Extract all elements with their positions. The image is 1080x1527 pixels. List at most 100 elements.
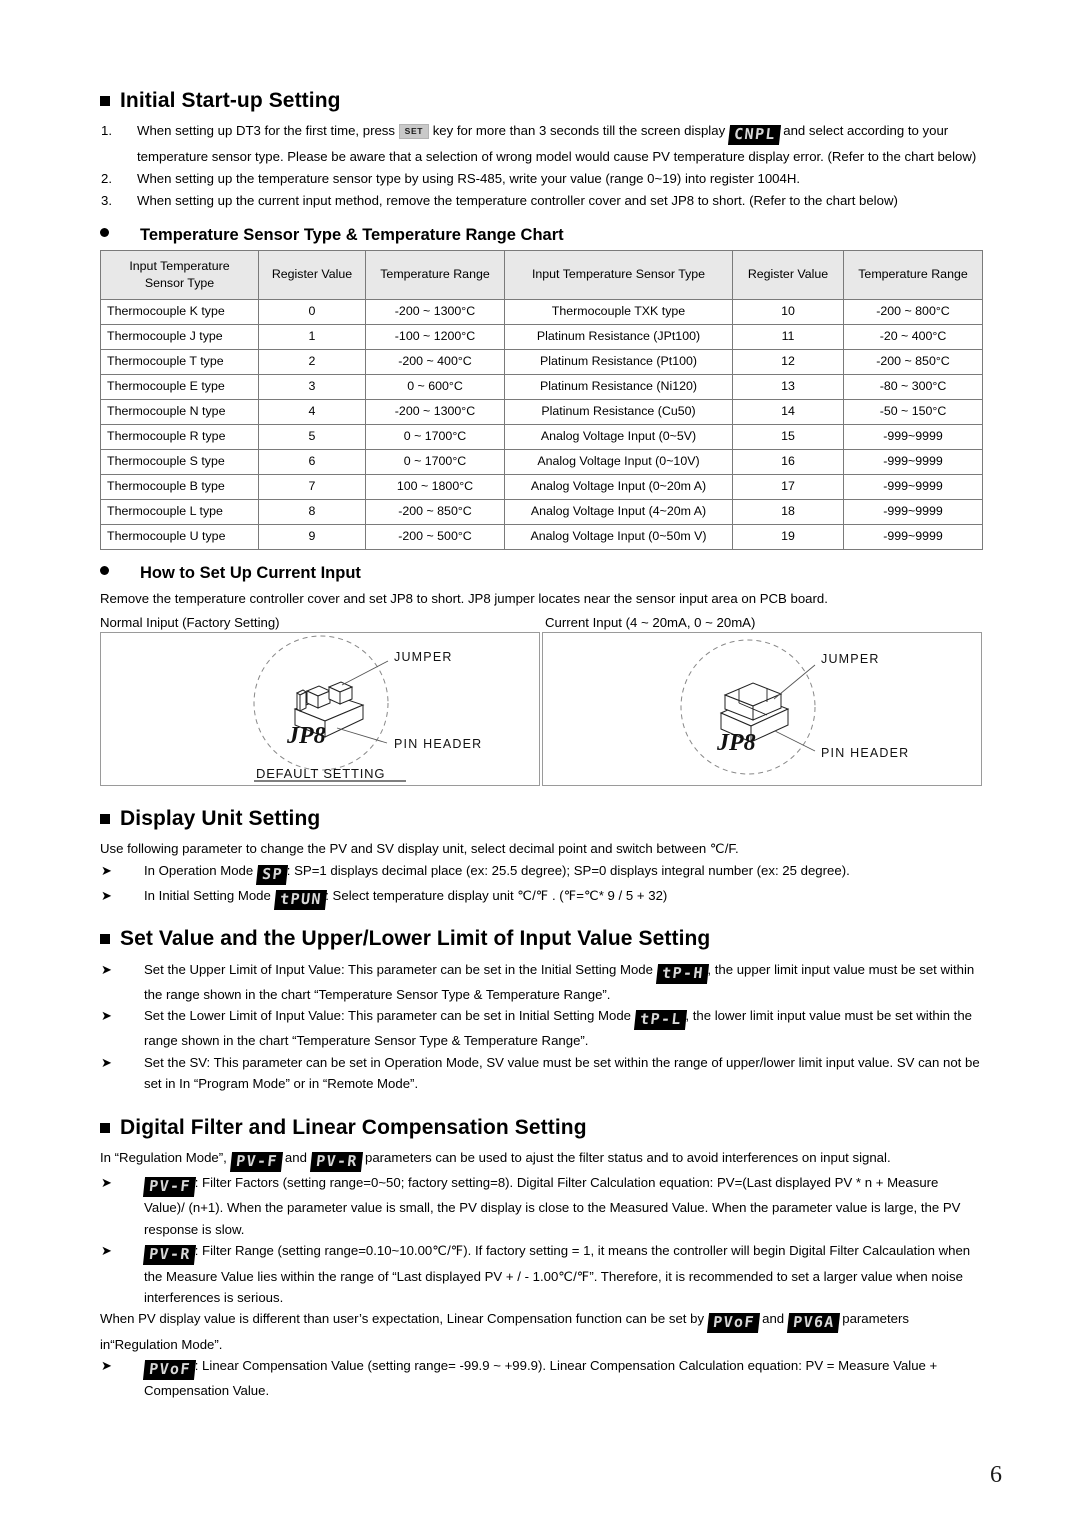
square-bullet-icon bbox=[100, 96, 110, 107]
lcd-display-tpun-icon: tPUN bbox=[273, 889, 327, 911]
cell-sensor-type-1: Thermocouple K type bbox=[100, 298, 259, 325]
lcd-display-tp-h-icon: tP-H bbox=[655, 963, 709, 984]
list-text: : Filter Range (setting range=0.10~10.00… bbox=[144, 1243, 971, 1305]
cell-sensor-type-2: Thermocouple TXK type bbox=[504, 298, 733, 325]
intro-and: and bbox=[284, 1149, 307, 1165]
square-bullet-icon bbox=[100, 1122, 110, 1133]
square-bullet-icon bbox=[100, 934, 110, 945]
sensor-range-table: Input Temperature Sensor Type Register V… bbox=[100, 249, 983, 550]
arrow-bullet-icon: ➤ bbox=[101, 1008, 112, 1024]
display-unit-list: ➤ In Operation Mode SP: SP=1 displays de… bbox=[100, 860, 982, 911]
cell-register-1: 3 bbox=[258, 373, 366, 400]
arrow-bullet-icon: ➤ bbox=[101, 1357, 112, 1373]
cell-sensor-type-2: Analog Voltage Input (0~10V) bbox=[504, 448, 733, 475]
cell-sensor-type-1: Thermocouple B type bbox=[100, 473, 259, 500]
cell-sensor-type-1: Thermocouple U type bbox=[100, 523, 259, 550]
cell-sensor-type-2: Platinum Resistance (Cu50) bbox=[504, 398, 733, 425]
cell-range-2: -80 ~ 300°C bbox=[843, 373, 983, 400]
cell-range-2: -50 ~ 150°C bbox=[843, 398, 983, 425]
cell-sensor-type-1: Thermocouple T type bbox=[100, 348, 259, 375]
cell-sensor-type-1: Thermocouple E type bbox=[100, 373, 259, 400]
heading-set-value-label: Set Value and the Upper/Lower Limit of I… bbox=[120, 927, 711, 951]
list-item: ➤ PV-R: Filter Range (setting range=0.10… bbox=[100, 1240, 982, 1308]
diagram-caption-left: Normal Iniput (Factory Setting) bbox=[100, 615, 280, 631]
cell-register-1: 4 bbox=[258, 398, 366, 425]
list-item: 2. When setting up the temperature senso… bbox=[100, 168, 982, 189]
cell-sensor-type-2: Platinum Resistance (JPt100) bbox=[504, 323, 733, 350]
jumper-drawing-left-icon: JUMPER PIN HEADER JP8 DEFAULT SETTING bbox=[253, 635, 482, 782]
cell-register-1: 9 bbox=[258, 523, 366, 550]
cell-register-2: 10 bbox=[732, 298, 844, 325]
cell-register-2: 13 bbox=[732, 373, 844, 400]
diagram-captions: Normal Iniput (Factory Setting) Current … bbox=[100, 615, 982, 630]
subheading-current-input: How to Set Up Current Input bbox=[100, 564, 982, 583]
list-text: Set the SV: This parameter can be set in… bbox=[144, 1054, 980, 1092]
heading-digital-filter: Digital Filter and Linear Compensation S… bbox=[100, 1115, 982, 1141]
cell-register-2: 15 bbox=[732, 423, 844, 450]
list-item: ➤ Set the SV: This parameter can be set … bbox=[100, 1052, 982, 1095]
subheading-sensor-chart: Temperature Sensor Type & Temperature Ra… bbox=[100, 226, 982, 245]
lcd-display-pvof-icon: PVoF bbox=[142, 1359, 196, 1381]
lcd-display-sp-icon: SP bbox=[255, 864, 288, 885]
square-bullet-icon bbox=[100, 814, 110, 825]
cell-register-1: 1 bbox=[258, 323, 366, 350]
cell-sensor-type-2: Analog Voltage Input (0~50m V) bbox=[504, 523, 733, 550]
cell-register-1: 2 bbox=[258, 348, 366, 375]
lcd-display-tp-l-icon: tP-L bbox=[633, 1010, 687, 1031]
col-header-input-sensor-type-2: Input Temperature Sensor Type bbox=[504, 249, 733, 300]
intro-part2: parameters can be used to ajust the filt… bbox=[365, 1149, 891, 1165]
jumper-label-right: JUMPER bbox=[821, 652, 880, 666]
cell-sensor-type-2: Analog Voltage Input (0~20m A) bbox=[504, 473, 733, 500]
table-row: Thermocouple L type 8 -200 ~ 850°C Analo… bbox=[100, 498, 983, 525]
linear-part1: When PV display value is different than … bbox=[100, 1311, 705, 1327]
linear-compensation-list: ➤ PVoF: Linear Compensation Value (setti… bbox=[100, 1355, 982, 1402]
table-row: Thermocouple R type 5 0 ~ 1700°C Analog … bbox=[100, 423, 983, 450]
cell-register-2: 18 bbox=[732, 498, 844, 525]
list-text: : Filter Factors (setting range=0~50; fa… bbox=[144, 1175, 961, 1237]
list-item: ➤ PV-F: Filter Factors (setting range=0~… bbox=[100, 1172, 982, 1240]
col-header-register-value-1: Register Value bbox=[258, 249, 366, 300]
cell-sensor-type-2: Analog Voltage Input (4~20m A) bbox=[504, 498, 733, 525]
lcd-display-pv-f-icon: PV-F bbox=[142, 1177, 196, 1198]
pin-header-label-left: PIN HEADER bbox=[394, 737, 482, 751]
heading-set-value: Set Value and the Upper/Lower Limit of I… bbox=[100, 926, 982, 952]
list-item: 3. When setting up the current input met… bbox=[100, 190, 982, 211]
pin-header-label-right: PIN HEADER bbox=[821, 746, 909, 760]
cell-range-2: -999~9999 bbox=[843, 523, 983, 550]
cell-range-2: -20 ~ 400°C bbox=[843, 323, 983, 350]
cell-range-2: -999~9999 bbox=[843, 473, 983, 500]
list-text: : Linear Compensation Value (setting ran… bbox=[144, 1357, 938, 1399]
heading-initial-startup-label: Initial Start-up Setting bbox=[120, 89, 341, 112]
subheading-current-input-label: How to Set Up Current Input bbox=[140, 563, 361, 582]
list-item: ➤ Set the Lower Limit of Input Value: Th… bbox=[100, 1005, 982, 1052]
cell-range-1: -200 ~ 1300°C bbox=[365, 398, 505, 425]
col-header-temperature-range-2: Temperature Range bbox=[843, 249, 983, 300]
cell-register-2: 14 bbox=[732, 398, 844, 425]
cell-range-1: -200 ~ 850°C bbox=[365, 498, 505, 525]
table-header-row: Input Temperature Sensor Type Register V… bbox=[100, 249, 983, 300]
initial-startup-list: 1. When setting up DT3 for the first tim… bbox=[100, 120, 982, 211]
cell-register-1: 5 bbox=[258, 423, 366, 450]
table-row: Thermocouple B type 7 100 ~ 1800°C Analo… bbox=[100, 473, 983, 500]
table-row: Thermocouple S type 6 0 ~ 1700°C Analog … bbox=[100, 448, 983, 475]
jumper-diagram-current-input: JUMPER PIN HEADER JP8 bbox=[542, 632, 982, 787]
display-unit-intro: Use following parameter to change the PV… bbox=[100, 841, 739, 857]
cell-sensor-type-1: Thermocouple J type bbox=[100, 323, 259, 350]
list-number: 2. bbox=[101, 170, 112, 186]
list-text-pre: Set the Upper Limit of Input Value: This… bbox=[144, 961, 653, 977]
cell-range-1: 0 ~ 1700°C bbox=[365, 448, 505, 475]
cell-register-2: 11 bbox=[732, 323, 844, 350]
round-bullet-icon bbox=[100, 227, 109, 237]
cell-sensor-type-1: Thermocouple S type bbox=[100, 448, 259, 475]
cell-sensor-type-1: Thermocouple N type bbox=[100, 398, 259, 425]
list-item: ➤ PVoF: Linear Compensation Value (setti… bbox=[100, 1355, 982, 1402]
cell-register-1: 8 bbox=[258, 498, 366, 525]
subheading-sensor-chart-label: Temperature Sensor Type & Temperature Ra… bbox=[140, 225, 564, 244]
list-text-pre: In Initial Setting Mode bbox=[144, 887, 271, 903]
arrow-bullet-icon: ➤ bbox=[101, 1243, 112, 1259]
cell-range-2: -200 ~ 850°C bbox=[843, 348, 983, 375]
list-text: When setting up the temperature sensor t… bbox=[137, 170, 801, 186]
col-header-line1: Input Temperature bbox=[129, 259, 230, 274]
intro-part1: In “Regulation Mode”, bbox=[100, 1149, 227, 1165]
list-text-pre: Set the Lower Limit of Input Value: This… bbox=[144, 1008, 631, 1024]
